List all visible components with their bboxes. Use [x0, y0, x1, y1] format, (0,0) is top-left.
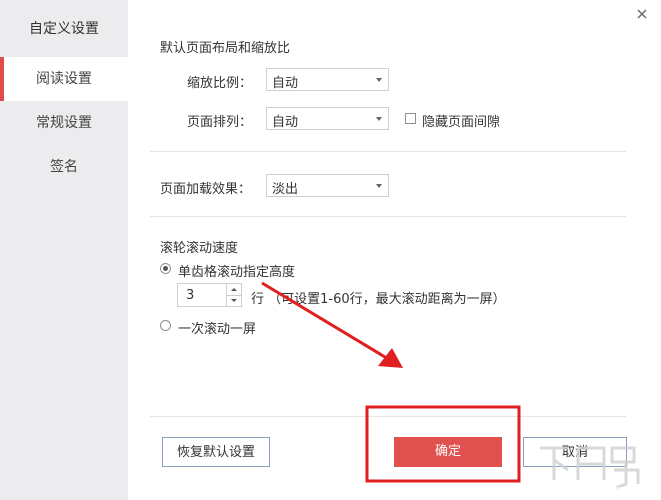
scroll-heading: 滚轮滚动速度 [160, 241, 239, 256]
scroll-height-label: 单齿格滚动指定高度 [178, 265, 296, 280]
restore-defaults-button[interactable]: 恢复默认设置 [162, 437, 270, 467]
sidebar-item-general[interactable]: 常规设置 [0, 101, 128, 145]
arrange-select[interactable]: 自动 [266, 107, 389, 130]
scroll-screen-radio[interactable] [160, 320, 171, 331]
sidebar: 自定义设置 阅读设置 常规设置 签名 [0, 0, 128, 500]
arrange-select-value: 自动 [272, 115, 299, 130]
scroll-unit-hint: 行 （可设置1-60行，最大滚动距离为一屏） [251, 292, 506, 307]
arrow-head-icon [378, 348, 403, 368]
cancel-button[interactable]: 取消 [523, 437, 627, 467]
scroll-lines-value: 3 [186, 288, 195, 303]
arrange-label: 页面排列： [187, 115, 253, 130]
zoom-select[interactable]: 自动 [266, 68, 389, 91]
divider [150, 416, 626, 417]
sidebar-title: 自定义设置 [29, 21, 99, 37]
stepper-down-icon[interactable] [226, 295, 241, 306]
scroll-screen-label: 一次滚动一屏 [178, 322, 257, 337]
zoom-label: 缩放比例： [187, 76, 253, 91]
divider [150, 216, 626, 217]
settings-dialog: 自定义设置 阅读设置 常规设置 签名 默认页面布局和缩放比 缩放比例： 自动 页… [0, 0, 661, 500]
zoom-select-value: 自动 [272, 76, 299, 91]
close-icon[interactable] [633, 5, 651, 23]
load-effect-select[interactable]: 淡出 [266, 174, 389, 197]
layout-heading: 默认页面布局和缩放比 [160, 41, 291, 56]
hide-gap-checkbox[interactable] [405, 113, 416, 124]
sidebar-item-reading[interactable]: 阅读设置 [0, 57, 128, 101]
load-effect-label: 页面加载效果： [160, 182, 252, 197]
chevron-down-icon [376, 117, 382, 121]
load-effect-select-value: 淡出 [272, 182, 299, 197]
ok-button[interactable]: 确定 [394, 437, 502, 467]
chevron-down-icon [376, 78, 382, 82]
hide-gap-label: 隐藏页面间隙 [422, 115, 501, 130]
chevron-down-icon [376, 184, 382, 188]
scroll-lines-stepper[interactable]: 3 [177, 283, 242, 307]
sidebar-item-signature[interactable]: 签名 [0, 145, 128, 189]
scroll-height-radio[interactable] [160, 263, 171, 274]
divider [150, 151, 626, 152]
